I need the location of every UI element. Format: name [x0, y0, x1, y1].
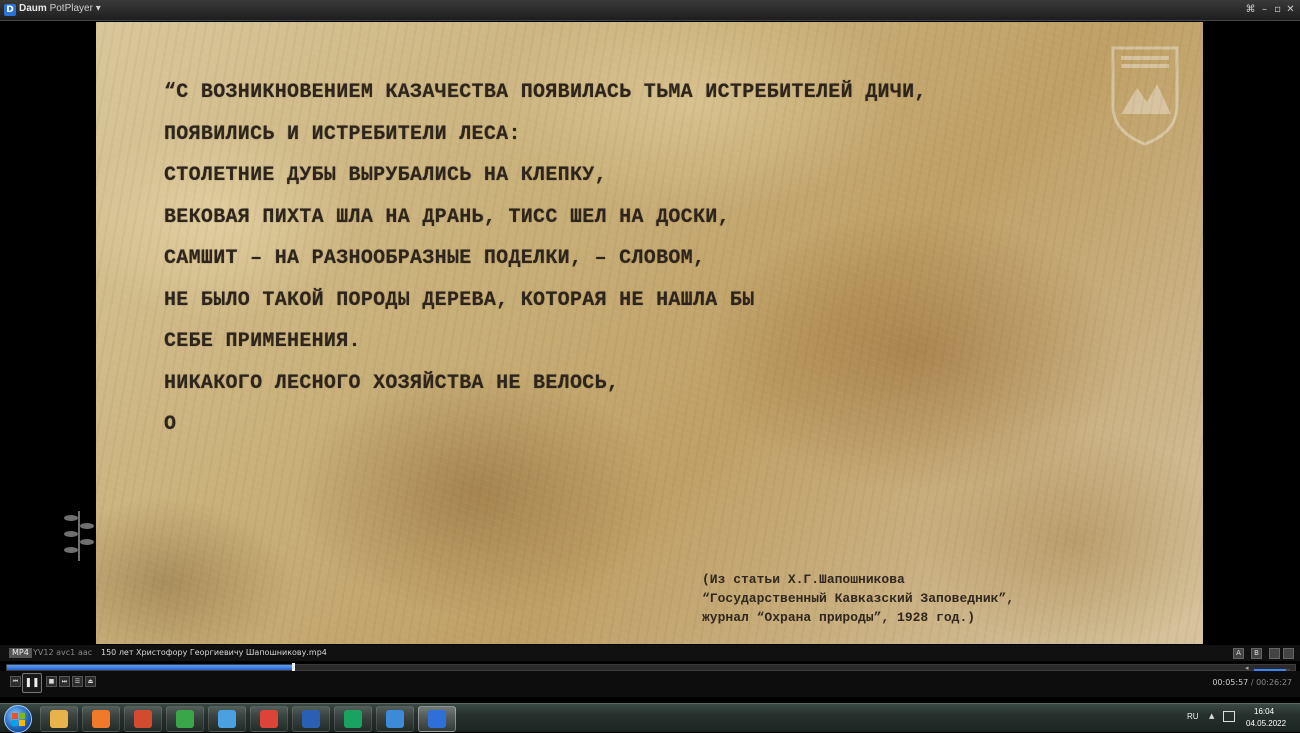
- play-pause-button[interactable]: ❚❚: [22, 673, 42, 693]
- eye-app-icon: [134, 710, 152, 728]
- a-b-repeat-a-button[interactable]: A: [1233, 648, 1244, 659]
- taskbar-app-chrome[interactable]: [250, 706, 288, 732]
- quote-line: СТОЛЕТНИЕ ДУБЫ ВЫРУБАЛИСЬ НА КЛЕПКУ,: [164, 164, 607, 187]
- file-name: 150 лет Христофору Георгиевичу Шапошнико…: [101, 648, 327, 657]
- app-title[interactable]: Daum PotPlayer ▾: [19, 3, 101, 14]
- source-line: (Из статьи Х.Г.Шапошникова: [702, 572, 905, 587]
- media-player-icon: [92, 710, 110, 728]
- quote-line: ВЕКОВАЯ ПИХТА ШЛА НА ДРАНЬ, ТИСС ШЕЛ НА …: [164, 205, 730, 229]
- volume-icon[interactable]: ◂: [1245, 664, 1249, 672]
- taskbar-app-media-player[interactable]: [82, 706, 120, 732]
- quote-line: “С ВОЗНИКНОВЕНИЕМ КАЗАЧЕСТВА ПОЯВИЛАСЬ Т…: [164, 81, 927, 104]
- start-flag-icon: [12, 720, 18, 726]
- taskbar-app-screen-app[interactable]: [376, 706, 414, 732]
- source-line: “Государственный Кавказский Заповедник”,: [702, 591, 1015, 606]
- app-title-sub: PotPlayer: [49, 3, 93, 14]
- start-flag-icon: [12, 713, 18, 719]
- media-info-bar: MP4 YV12 avc1 aac 150 лет Христофору Гео…: [0, 645, 1300, 661]
- time-separator: /: [1248, 678, 1257, 687]
- volume-slider[interactable]: [1254, 669, 1290, 671]
- playlist-button[interactable]: ☰: [72, 676, 83, 687]
- title-bar: D Daum PotPlayer ▾ ⌘ – ▫ ✕: [0, 0, 1300, 21]
- a-b-repeat-b-button[interactable]: B: [1251, 648, 1262, 659]
- tray-expand-icon[interactable]: ▲: [1209, 712, 1214, 720]
- close-button[interactable]: ✕: [1285, 3, 1296, 16]
- playback-controls: ⏮ ❚❚ ■ ⏭ ☰ ⏏ 00:05:57 / 00:26:27: [0, 671, 1300, 697]
- menu-arrow-icon: ▾: [95, 3, 101, 14]
- source-citation: (Из статьи Х.Г.Шапошникова “Государствен…: [702, 570, 1014, 627]
- minimize-button[interactable]: –: [1259, 3, 1270, 16]
- reserve-emblem-icon: [1111, 46, 1179, 146]
- pin-button[interactable]: ⌘: [1245, 3, 1256, 16]
- seek-bar[interactable]: [6, 663, 1296, 672]
- start-button[interactable]: [4, 705, 32, 733]
- windows-taskbar: RU ▲ 16:04 04.05.2022: [0, 703, 1300, 733]
- paint-icon: [218, 710, 236, 728]
- network-icon[interactable]: [1223, 711, 1235, 722]
- format-badge: MP4: [9, 648, 32, 658]
- quote-line: НИКАКОГО ЛЕСНОГО ХОЗЯЙСТВА НЕ ВЕЛОСЬ,: [164, 371, 620, 395]
- maximize-button[interactable]: ▫: [1272, 3, 1283, 16]
- quote-line: СЕБЕ ПРИМЕНЕНИЯ.: [164, 330, 361, 353]
- audio-codec: aac: [78, 648, 93, 657]
- quote-line: САМШИТ – НА РАЗНООБРАЗНЫЕ ПОДЕЛКИ, – СЛО…: [164, 247, 706, 270]
- quote-text: “С ВОЗНИКНОВЕНИЕМ КАЗАЧЕСТВА ПОЯВИЛАСЬ Т…: [164, 72, 1203, 446]
- taskbar-app-potplayer[interactable]: [418, 706, 456, 732]
- branch-overlay-icon: [64, 511, 94, 561]
- time-display: 00:05:57 / 00:26:27: [1212, 678, 1292, 687]
- taskbar-app-word[interactable]: [292, 706, 330, 732]
- word-icon: [302, 710, 320, 728]
- video-area[interactable]: “С ВОЗНИКНОВЕНИЕМ КАЗАЧЕСТВА ПОЯВИЛАСЬ Т…: [0, 21, 1300, 645]
- clock-time[interactable]: 16:04: [1254, 707, 1274, 716]
- taskbar-app-chrome-profile[interactable]: [334, 706, 372, 732]
- quote-line: НЕ БЫЛО ТАКОЙ ПОРОДЫ ДЕРЕВА, КОТОРАЯ НЕ …: [164, 288, 755, 312]
- previous-button[interactable]: ⏮: [10, 676, 21, 687]
- video-frame-parchment: “С ВОЗНИКНОВЕНИЕМ КАЗАЧЕСТВА ПОЯВИЛАСЬ Т…: [96, 22, 1203, 644]
- total-time: 00:26:27: [1256, 678, 1292, 687]
- settings-button[interactable]: [1283, 648, 1294, 659]
- clock-date[interactable]: 04.05.2022: [1246, 719, 1286, 728]
- source-line: журнал “Охрана природы”, 1928 год.): [702, 610, 976, 625]
- volume-level: [1254, 669, 1287, 671]
- video-codec: YV12 avc1: [33, 648, 76, 657]
- app-title-main: Daum: [19, 3, 47, 14]
- language-indicator[interactable]: RU: [1187, 712, 1199, 721]
- taskbar-app-explorer[interactable]: [40, 706, 78, 732]
- quote-line: ПОЯВИЛИСЬ И ИСТРЕБИТЕЛИ ЛЕСА:: [164, 122, 521, 146]
- taskbar-app-eye-app[interactable]: [124, 706, 162, 732]
- green-app-icon: [176, 710, 194, 728]
- start-flag-icon: [19, 713, 25, 719]
- next-button[interactable]: ⏭: [59, 676, 70, 687]
- potplayer-icon: [428, 710, 446, 728]
- potplayer-logo-icon[interactable]: D: [4, 4, 16, 16]
- explorer-icon: [50, 710, 68, 728]
- open-file-button[interactable]: ⏏: [85, 676, 96, 687]
- current-time: 00:05:57: [1212, 678, 1249, 687]
- pip-button[interactable]: [1269, 648, 1280, 659]
- start-flag-icon: [19, 720, 25, 726]
- seek-bar-progress: [7, 665, 293, 670]
- quote-line: О: [164, 413, 177, 436]
- chrome-icon: [260, 710, 278, 728]
- taskbar-app-green-app[interactable]: [166, 706, 204, 732]
- screen-app-icon: [386, 710, 404, 728]
- stop-button[interactable]: ■: [46, 676, 57, 687]
- chrome-profile-icon: [344, 710, 362, 728]
- taskbar-app-paint[interactable]: [208, 706, 246, 732]
